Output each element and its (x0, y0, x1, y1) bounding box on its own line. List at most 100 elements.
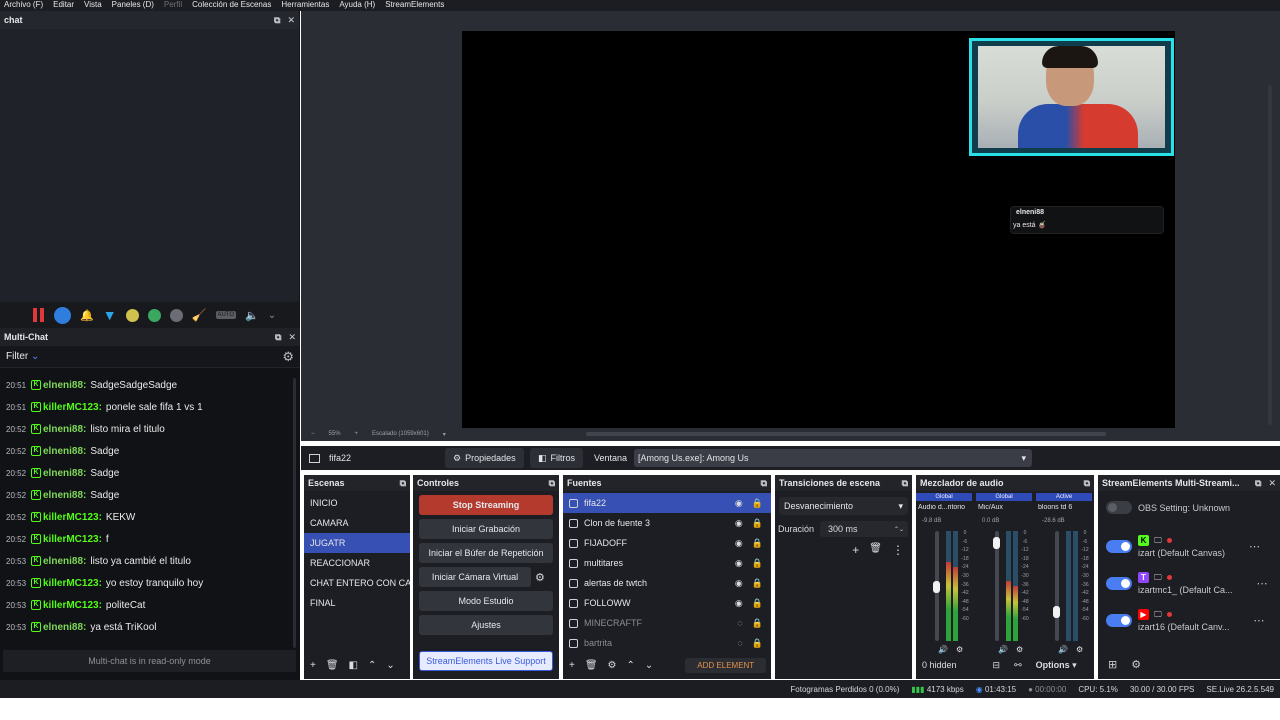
scene-item[interactable]: REACCIONAR (304, 553, 410, 573)
gear-icon[interactable]: ⚙ (956, 645, 963, 654)
lock-icon[interactable]: 🔒 (752, 638, 763, 649)
gear-icon[interactable]: ⚙ (535, 571, 545, 584)
float-icon[interactable]: ⧉ (274, 15, 280, 26)
target-toggle[interactable] (1106, 614, 1132, 627)
menu-streamelements[interactable]: StreamElements (385, 0, 444, 11)
settings-button[interactable]: Ajustes (419, 615, 553, 635)
trash-icon[interactable]: 🗑 (869, 543, 882, 557)
lock-icon[interactable]: 🔒 (752, 618, 763, 629)
scrollbar[interactable] (293, 378, 296, 648)
lock-icon[interactable]: 🔒 (752, 498, 763, 509)
zoom-out-icon[interactable]: − (311, 431, 315, 437)
close-icon[interactable]: ✕ (1268, 478, 1276, 489)
chevron-down-icon[interactable]: ⌄ (386, 660, 394, 671)
speaker-icon[interactable]: 🔊 (938, 645, 948, 654)
lock-icon[interactable]: 🔒 (752, 578, 763, 589)
float-icon[interactable]: ⧉ (275, 332, 281, 343)
lock-icon[interactable]: 🔒 (752, 558, 763, 569)
close-icon[interactable]: ✕ (287, 15, 295, 26)
add-icon[interactable]: + (852, 543, 859, 557)
source-item[interactable]: alertas de twtch ◉ 🔒 (563, 573, 771, 593)
stop-streaming-button[interactable]: Stop Streaming (419, 495, 553, 515)
target-toggle[interactable] (1106, 540, 1132, 553)
menu-profile[interactable]: Perfil (164, 0, 182, 11)
source-item[interactable]: fifa22 ◉ 🔒 (563, 493, 771, 513)
speaker-icon[interactable]: 🔊 (1058, 645, 1068, 654)
eye-icon[interactable]: ◉ (735, 538, 743, 549)
filter-icon[interactable]: ◧ (349, 660, 358, 671)
chat-bubble-icon[interactable] (54, 306, 71, 324)
eye-icon[interactable]: ◉ (735, 498, 743, 509)
target-toggle[interactable] (1106, 577, 1132, 590)
virtual-camera-button[interactable]: Iniciar Cámara Virtual (419, 567, 531, 587)
eye-off-icon[interactable]: ◌ (737, 638, 742, 649)
menu-help[interactable]: Ayuda (H) (339, 0, 375, 11)
gear-icon[interactable]: ⚙ (282, 349, 294, 365)
more-icon[interactable]: ⋮ (892, 543, 904, 557)
source-item[interactable]: MINECRAFTF ◌ 🔒 (563, 613, 771, 633)
add-icon[interactable]: ⊞ (1108, 658, 1117, 671)
studio-mode-button[interactable]: Modo Estudio (419, 591, 553, 611)
float-icon[interactable]: ⧉ (549, 478, 555, 489)
webcam-source[interactable] (969, 38, 1174, 156)
filter-icon[interactable]: ▼ (103, 307, 117, 323)
fader-knob[interactable] (1053, 605, 1060, 618)
trash-icon[interactable]: 🗑 (326, 660, 339, 671)
lock-icon[interactable]: 🔒 (752, 518, 763, 529)
scene-item[interactable]: JUGATR (304, 533, 410, 553)
speaker-icon[interactable]: 🔈 (245, 309, 259, 322)
float-icon[interactable]: ⧉ (902, 478, 908, 489)
eye-off-icon[interactable]: ◌ (737, 618, 742, 629)
lock-icon[interactable]: 🔒 (752, 538, 763, 549)
bell-icon[interactable]: 🔔 (80, 309, 94, 322)
more-icon[interactable]: ⋯ (1257, 577, 1268, 590)
transition-select[interactable]: Desvanecimiento ▾ (779, 497, 908, 515)
add-element-button[interactable]: ADD ELEMENT (685, 657, 767, 673)
filter-dropdown[interactable]: Filter ⌄ (6, 351, 39, 362)
menu-docks[interactable]: Paneles (D) (112, 0, 154, 11)
options-button[interactable]: Options ▾ (1036, 660, 1077, 671)
source-item[interactable]: Clon de fuente 3 ◉ 🔒 (563, 513, 771, 533)
float-icon[interactable]: ⧉ (400, 478, 406, 489)
scene-item[interactable]: FINAL (304, 593, 410, 613)
obs-toggle[interactable] (1106, 501, 1132, 514)
eye-icon[interactable]: ◉ (735, 578, 743, 589)
close-icon[interactable]: ✕ (288, 332, 296, 343)
se-support-button[interactable]: StreamElements Live Support (419, 651, 553, 671)
float-icon[interactable]: ⧉ (761, 478, 767, 489)
speaker-icon[interactable]: 🔊 (998, 645, 1008, 654)
menu-tools[interactable]: Herramientas (281, 0, 329, 11)
broom-icon[interactable]: 🧹 (192, 308, 207, 322)
scene-item[interactable]: CHAT ENTERO CON CAM (304, 573, 410, 593)
scene-item[interactable]: INICIO (304, 493, 410, 513)
start-recording-button[interactable]: Iniciar Grabación (419, 519, 553, 539)
zoom-in-icon[interactable]: + (355, 431, 359, 437)
duration-input[interactable]: 300 ms ⌃⌄ (820, 521, 908, 537)
eye-icon[interactable]: ◉ (735, 598, 743, 609)
source-item[interactable]: FIJADOFF ◉ 🔒 (563, 533, 771, 553)
emote-icon[interactable] (125, 308, 139, 322)
layout-icon[interactable]: ⊟ (993, 660, 1001, 671)
add-icon[interactable]: + (310, 660, 316, 671)
eye-icon[interactable]: ◉ (735, 558, 743, 569)
gear-icon[interactable]: ⚙ (1016, 645, 1023, 654)
pause-icon[interactable] (33, 308, 45, 322)
chevron-down-icon[interactable]: ⌄ (645, 660, 653, 671)
scene-item[interactable]: CAMARA (304, 513, 410, 533)
auto-icon[interactable]: AUTO (215, 311, 237, 319)
menu-view[interactable]: Vista (84, 0, 102, 11)
volume-fader[interactable] (1055, 531, 1059, 641)
replay-buffer-button[interactable]: Iniciar el Búfer de Repetición (419, 543, 553, 563)
menu-file[interactable]: Archivo (F) (4, 0, 43, 11)
add-icon[interactable]: + (569, 660, 575, 671)
fader-knob[interactable] (933, 580, 940, 593)
fader-knob[interactable] (993, 536, 1000, 549)
source-item[interactable]: multitares ◉ 🔒 (563, 553, 771, 573)
float-icon[interactable]: ⧉ (1084, 478, 1090, 489)
chat-view[interactable] (0, 29, 299, 302)
channel-name[interactable]: Mic/Aux (978, 504, 1032, 511)
preview-vscrollbar[interactable] (1268, 85, 1272, 425)
filters-button[interactable]: ◧ Filtros (530, 448, 584, 468)
properties-button[interactable]: ⚙ Propiedades (445, 448, 524, 468)
source-item[interactable]: bartrita ◌ 🔒 (563, 633, 771, 653)
